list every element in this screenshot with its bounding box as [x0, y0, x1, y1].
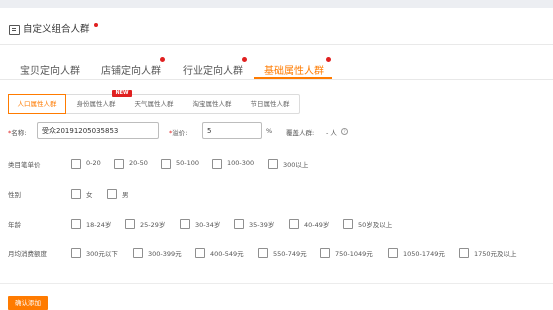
checkbox-age-3[interactable]: [234, 219, 244, 229]
name-input[interactable]: 受众20191205035853: [37, 122, 159, 139]
checkbox-price-2[interactable]: [161, 159, 171, 169]
filter-label-age: 年龄: [8, 221, 21, 229]
checkbox-price-3[interactable]: [212, 159, 222, 169]
bid-unit: %: [266, 127, 273, 135]
checkbox-spend-3[interactable]: [258, 248, 268, 258]
checkbox-spend-1[interactable]: [133, 248, 143, 258]
confirm-add-button[interactable]: 确认添加: [8, 296, 48, 310]
list-icon: [9, 25, 20, 35]
checkbox-spend-0[interactable]: [71, 248, 81, 258]
option-label: 20-50: [129, 159, 148, 167]
option-label: 40-49岁: [304, 221, 330, 229]
tab-dot: [326, 57, 331, 62]
tab-bar: 宝贝定向人群 店铺定向人群 行业定向人群 基础属性人群: [0, 45, 553, 80]
tab-shop-targeting[interactable]: 店铺定向人群: [101, 62, 161, 77]
coverage-label: 覆盖人群:: [286, 129, 315, 137]
option-label: 50岁及以上: [358, 221, 393, 229]
option-label: 男: [122, 191, 129, 199]
subtab-holiday[interactable]: 节日属性人群: [241, 95, 299, 113]
checkbox-spend-5[interactable]: [388, 248, 398, 258]
subtab-identity[interactable]: 身份属性人群: [69, 95, 123, 113]
option-label: 300-399元: [148, 250, 182, 258]
option-label: 300以上: [283, 161, 309, 169]
checkbox-price-1[interactable]: [114, 159, 124, 169]
option-label: 550-749元: [273, 250, 307, 258]
tab-industry-targeting[interactable]: 行业定向人群: [183, 62, 243, 77]
title-bar: 自定义组合人群: [0, 8, 553, 45]
checkbox-price-0[interactable]: [71, 159, 81, 169]
tab-basic-attributes[interactable]: 基础属性人群: [264, 62, 324, 77]
checkbox-price-4[interactable]: [268, 159, 278, 169]
option-label: 100-300: [227, 159, 255, 167]
checkbox-age-0[interactable]: [71, 219, 81, 229]
coverage-value: - 人: [326, 129, 337, 137]
filter-label-price: 类目笔单价: [8, 161, 41, 169]
page-title: 自定义组合人群: [23, 24, 90, 35]
option-label: 1750元及以上: [474, 250, 517, 258]
subtab-bar: 人口属性人群 身份属性人群 天气属性人群 淘宝属性人群 节日属性人群: [8, 94, 300, 114]
checkbox-spend-2[interactable]: [195, 248, 205, 258]
subtab-weather[interactable]: 天气属性人群: [125, 95, 183, 113]
filter-label-gender: 性别: [8, 191, 21, 199]
subtab-taobao[interactable]: 淘宝属性人群: [183, 95, 241, 113]
active-tab-indicator: [254, 77, 332, 79]
option-label: 300元以下: [86, 250, 118, 258]
tab-dot: [242, 57, 247, 62]
checkbox-gender-male[interactable]: [107, 189, 117, 199]
checkbox-age-2[interactable]: [180, 219, 190, 229]
checkbox-spend-6[interactable]: [459, 248, 469, 258]
checkbox-age-5[interactable]: [343, 219, 353, 229]
notification-dot: [94, 23, 98, 27]
bid-label: *溢价:: [169, 129, 188, 137]
checkbox-age-1[interactable]: [125, 219, 135, 229]
subtab-demographic[interactable]: 人口属性人群: [8, 94, 66, 114]
filter-label-spend: 月均消费额度: [8, 250, 47, 258]
name-label: *名称:: [8, 129, 27, 137]
tab-dot: [160, 57, 165, 62]
new-badge: NEW: [112, 90, 132, 97]
option-label: 30-34岁: [195, 221, 221, 229]
help-icon[interactable]: ?: [341, 128, 348, 135]
checkbox-spend-4[interactable]: [320, 248, 330, 258]
top-strip: [0, 0, 553, 8]
option-label: 女: [86, 191, 93, 199]
option-label: 50-100: [176, 159, 200, 167]
option-label: 35-39岁: [249, 221, 275, 229]
checkbox-age-4[interactable]: [289, 219, 299, 229]
footer-divider: [0, 283, 553, 284]
option-label: 400-549元: [210, 250, 244, 258]
checkbox-gender-female[interactable]: [71, 189, 81, 199]
tab-item-targeting[interactable]: 宝贝定向人群: [20, 62, 80, 77]
option-label: 750-1049元: [335, 250, 373, 258]
bid-input[interactable]: 5: [202, 122, 262, 139]
option-label: 1050-1749元: [403, 250, 445, 258]
option-label: 18-24岁: [86, 221, 112, 229]
option-label: 25-29岁: [140, 221, 166, 229]
option-label: 0-20: [86, 159, 101, 167]
